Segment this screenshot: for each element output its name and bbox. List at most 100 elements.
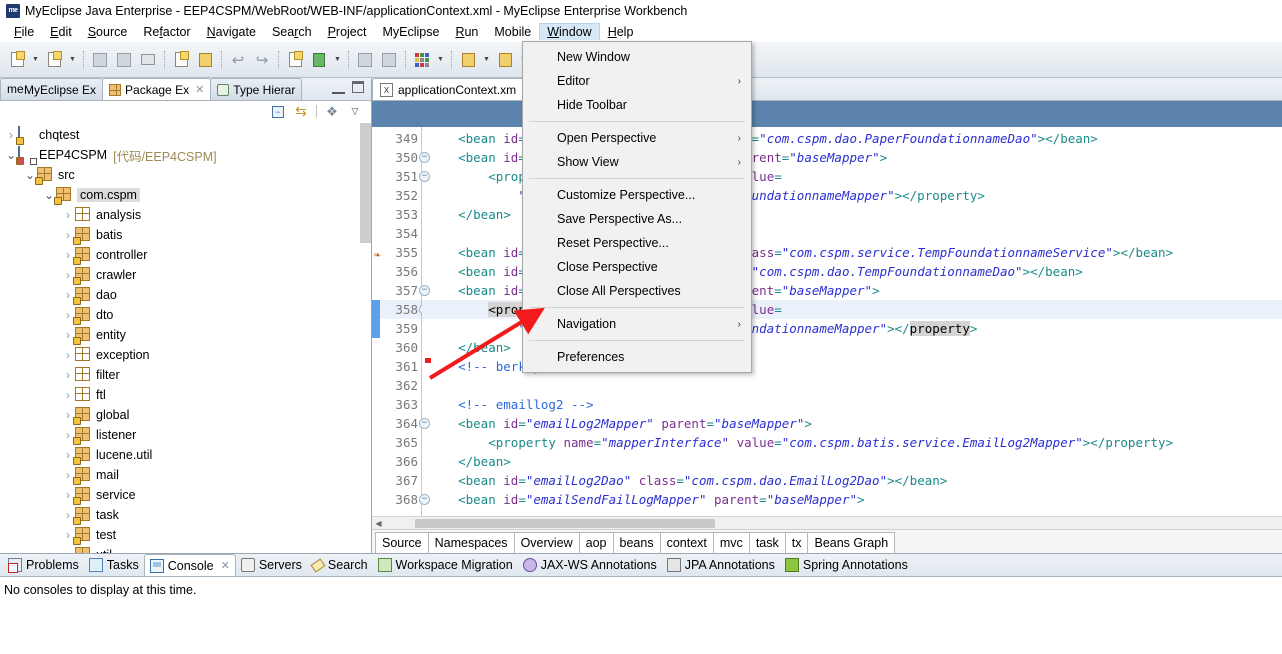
link-with-editor-icon[interactable]: ⇆: [293, 103, 309, 119]
tree-item-batis[interactable]: › batis: [0, 225, 371, 245]
tree-item-exception[interactable]: › exception: [0, 345, 371, 365]
close-icon[interactable]: ✕: [195, 83, 204, 96]
editor-horizontal-scrollbar[interactable]: ◀: [372, 516, 1282, 529]
tree-item-filter[interactable]: › filter: [0, 365, 371, 385]
menu-item-show-view[interactable]: Show View ›: [523, 150, 751, 174]
tree-item-src[interactable]: ⌄ src: [0, 165, 371, 185]
tree-item-entity[interactable]: › entity: [0, 325, 371, 345]
editor-page-tab-beans-graph[interactable]: Beans Graph: [807, 532, 896, 553]
menu-item-reset-perspective[interactable]: Reset Perspective...: [523, 231, 751, 255]
menu-item-navigation[interactable]: Navigation ›: [523, 312, 751, 336]
redo-icon[interactable]: ↪: [251, 49, 273, 71]
maximize-view-icon[interactable]: [352, 81, 364, 93]
menu-navigate[interactable]: Navigate: [199, 23, 264, 41]
chevron-right-icon[interactable]: ›: [61, 348, 75, 362]
editor-page-tab-aop[interactable]: aop: [578, 532, 614, 553]
menu-item-new-window[interactable]: New Window: [523, 45, 751, 69]
menu-file[interactable]: File: [6, 23, 42, 41]
console-tab-jax-ws-annotations[interactable]: JAX-WS Annotations: [518, 554, 662, 576]
editor-page-tab-tx[interactable]: tx: [784, 532, 809, 553]
deploy-icon[interactable]: [378, 49, 400, 71]
upload-icon[interactable]: [494, 49, 516, 71]
chevron-right-icon[interactable]: ›: [61, 388, 75, 402]
code-line[interactable]: <property name="mapperInterface" value="…: [422, 433, 1282, 452]
tree-item-listener[interactable]: › listener: [0, 425, 371, 445]
project-tree[interactable]: › chqtest ⌄ EEP4CSPM [代码/EEP4CSPM] ⌄ src ⌄ com.c…: [0, 123, 371, 553]
tab-applicationcontext-xml[interactable]: X applicationContext.xm: [372, 78, 525, 100]
download-icon[interactable]: [457, 49, 479, 71]
menu-run[interactable]: Run: [447, 23, 486, 41]
collapse-all-icon[interactable]: −: [270, 104, 286, 119]
menu-source[interactable]: Source: [80, 23, 136, 41]
chevron-right-icon[interactable]: ›: [61, 548, 75, 553]
export-icon[interactable]: [194, 49, 216, 71]
tab-myeclipse-explorer[interactable]: me MyEclipse Ex: [0, 78, 104, 100]
menu-mobile[interactable]: Mobile: [486, 23, 539, 41]
tree-item-com-cspm[interactable]: ⌄ com.cspm: [0, 185, 371, 205]
menu-item-editor[interactable]: Editor ›: [523, 69, 751, 93]
editor-page-tab-task[interactable]: task: [748, 532, 786, 553]
code-line[interactable]: <bean id="emailLog2Dao" class="com.cspm.…: [422, 471, 1282, 490]
console-tab-spring-annotations[interactable]: Spring Annotations: [780, 554, 913, 576]
minimize-view-icon[interactable]: [332, 82, 345, 94]
window-menu-dropdown[interactable]: New Window Editor › Hide Toolbar Open Perspe…: [522, 41, 752, 373]
palette-dropdown-icon[interactable]: ▼: [435, 49, 446, 71]
view-menu-filter-icon[interactable]: ❖: [324, 104, 340, 119]
new-file-dropdown-icon[interactable]: ▼: [30, 49, 41, 71]
tree-item-crawler[interactable]: › crawler: [0, 265, 371, 285]
tree-item-global[interactable]: › global: [0, 405, 371, 425]
menu-item-open-perspective[interactable]: Open Perspective ›: [523, 126, 751, 150]
code-line[interactable]: [422, 376, 1282, 395]
console-tab-tasks[interactable]: Tasks: [84, 554, 144, 576]
run-icon[interactable]: [308, 49, 330, 71]
menu-item-close-all-perspectives[interactable]: Close All Perspectives: [523, 279, 751, 303]
tree-item-test[interactable]: › test: [0, 525, 371, 545]
console-tab-search[interactable]: Search: [307, 554, 373, 576]
tree-scrollbar-thumb[interactable]: [360, 123, 371, 243]
tree-item-analysis[interactable]: › analysis: [0, 205, 371, 225]
scrollbar-thumb[interactable]: [415, 518, 715, 528]
menu-item-customize-perspective[interactable]: Customize Perspective...: [523, 183, 751, 207]
menu-item-hide-toolbar[interactable]: Hide Toolbar: [523, 93, 751, 117]
save-icon[interactable]: [89, 49, 111, 71]
tree-scrollbar[interactable]: [360, 123, 371, 553]
close-icon[interactable]: ✕: [221, 559, 230, 572]
tree-item-dto[interactable]: › dto: [0, 305, 371, 325]
build-icon[interactable]: [354, 49, 376, 71]
tree-item-service[interactable]: › service: [0, 485, 371, 505]
code-line[interactable]: <bean id="emailLog2Mapper" parent="baseM…: [422, 414, 1282, 433]
menu-help[interactable]: Help: [600, 23, 642, 41]
console-tab-jpa-annotations[interactable]: JPA Annotations: [662, 554, 780, 576]
code-editor[interactable]: 349350−351−352353354355❧356357−358−35936…: [372, 127, 1282, 516]
tree-item-task[interactable]: › task: [0, 505, 371, 525]
menu-item-preferences[interactable]: Preferences: [523, 345, 751, 369]
new-wizard-icon[interactable]: [43, 49, 65, 71]
tree-item-lucene-util[interactable]: › lucene.util: [0, 445, 371, 465]
print-icon[interactable]: [137, 49, 159, 71]
code-line[interactable]: <!-- emaillog2 -->: [422, 395, 1282, 414]
editor-page-tab-source[interactable]: Source: [375, 532, 429, 553]
scroll-left-icon[interactable]: ◀: [372, 519, 385, 528]
chevron-right-icon[interactable]: ›: [61, 208, 75, 222]
tree-item-chqtest[interactable]: › chqtest: [0, 125, 371, 145]
tree-item-ftl[interactable]: › ftl: [0, 385, 371, 405]
view-menu-icon[interactable]: ▽: [347, 104, 363, 119]
debug-icon[interactable]: [284, 49, 306, 71]
tab-package-explorer[interactable]: Package Ex ✕: [102, 78, 212, 100]
editor-page-tab-mvc[interactable]: mvc: [712, 532, 750, 553]
menu-edit[interactable]: Edit: [42, 23, 80, 41]
code-line[interactable]: <bean id="emailSendFailLogMapper" parent…: [422, 490, 1282, 509]
menu-window[interactable]: Window: [539, 23, 600, 40]
tree-item-eep4cspm[interactable]: ⌄ EEP4CSPM [代码/EEP4CSPM]: [0, 145, 371, 165]
undo-icon[interactable]: ↩: [227, 49, 249, 71]
menu-search[interactable]: Search: [264, 23, 320, 41]
new-wizard-dropdown-icon[interactable]: ▼: [67, 49, 78, 71]
editor-page-tab-overview[interactable]: Overview: [513, 532, 580, 553]
tree-item-util[interactable]: › util: [0, 545, 371, 553]
tree-item-controller[interactable]: › controller: [0, 245, 371, 265]
tab-type-hierarchy[interactable]: Type Hierar: [210, 78, 303, 100]
code-line[interactable]: </bean>: [422, 452, 1282, 471]
menu-refactor[interactable]: Refactor: [135, 23, 198, 41]
run-dropdown-icon[interactable]: ▼: [332, 49, 343, 71]
save-all-icon[interactable]: [113, 49, 135, 71]
